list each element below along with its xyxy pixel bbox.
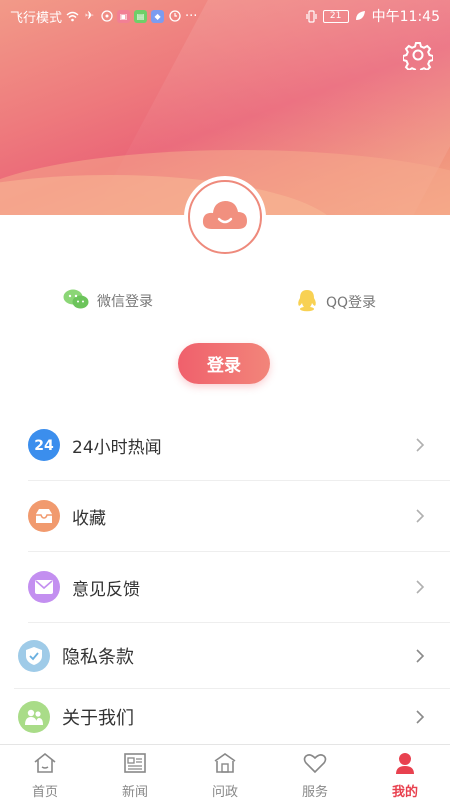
wechat-icon bbox=[63, 288, 89, 314]
qq-login-label: QQ登录 bbox=[326, 295, 377, 311]
svg-text:24: 24 bbox=[34, 438, 54, 454]
menu-item-label: 关于我们 bbox=[62, 707, 134, 729]
clock-app-icon bbox=[168, 10, 181, 22]
qq-icon bbox=[296, 288, 318, 316]
tab-home[interactable]: 首页 bbox=[0, 745, 90, 802]
menu-item-label: 收藏 bbox=[72, 508, 106, 529]
building-icon bbox=[212, 751, 238, 779]
chevron-right-icon bbox=[412, 579, 428, 595]
bottom-tab-bar: 首页 新闻 问政 服务 我的 bbox=[0, 744, 450, 802]
tab-label: 首页 bbox=[31, 785, 58, 800]
chevron-right-icon bbox=[412, 709, 428, 725]
tab-inquiry[interactable]: 问政 bbox=[180, 745, 270, 802]
gear-icon[interactable] bbox=[402, 40, 434, 74]
more-notifications-icon: ··· bbox=[185, 8, 198, 24]
login-button[interactable]: 登录 bbox=[178, 343, 270, 384]
tab-label: 问政 bbox=[211, 785, 238, 800]
cloud-smile-icon bbox=[200, 195, 250, 239]
qq-login-option[interactable]: QQ登录 bbox=[296, 288, 376, 316]
menu-item-about-us[interactable]: 关于我们 bbox=[14, 689, 450, 744]
news-icon bbox=[122, 751, 148, 779]
airplane-mode-label: 飞行模式 bbox=[10, 10, 63, 26]
menu-item-privacy[interactable]: 隐私条款 bbox=[14, 623, 450, 689]
browser-icon bbox=[100, 10, 113, 22]
menu-item-24h-news[interactable]: 24 24小时热闻 bbox=[28, 410, 450, 481]
menu-item-label: 24小时热闻 bbox=[72, 437, 162, 458]
heart-icon bbox=[302, 751, 328, 779]
24-hours-icon: 24 bbox=[28, 429, 60, 461]
tab-label: 新闻 bbox=[121, 785, 148, 800]
wechat-login-option[interactable]: 微信登录 bbox=[63, 288, 153, 314]
user-icon bbox=[392, 751, 418, 779]
chevron-right-icon bbox=[412, 437, 428, 453]
tab-services[interactable]: 服务 bbox=[270, 745, 360, 802]
status-bar: 飞行模式 ✈ ▣ ▤ ◆ ··· 21 中午11:45 bbox=[0, 0, 450, 32]
wifi-icon bbox=[66, 10, 79, 22]
app-notification-icon: ▣ bbox=[117, 9, 131, 23]
wechat-login-label: 微信登录 bbox=[97, 294, 153, 310]
airplane-icon: ✈ bbox=[84, 9, 95, 22]
clock-time: 中午11:45 bbox=[371, 9, 440, 25]
shield-check-icon bbox=[18, 639, 50, 672]
avatar[interactable] bbox=[188, 180, 262, 254]
tab-label: 服务 bbox=[301, 785, 328, 800]
mail-icon bbox=[28, 571, 60, 603]
vibrate-icon bbox=[305, 10, 318, 23]
battery-indicator: 21 bbox=[322, 9, 349, 23]
tab-mine[interactable]: 我的 bbox=[360, 745, 450, 802]
people-icon bbox=[18, 700, 50, 733]
chevron-right-icon bbox=[412, 648, 428, 664]
menu-item-feedback[interactable]: 意见反馈 bbox=[28, 552, 450, 623]
home-icon bbox=[32, 751, 58, 779]
leaf-icon bbox=[354, 10, 367, 22]
inbox-icon bbox=[28, 500, 60, 532]
menu-item-favorites[interactable]: 收藏 bbox=[28, 481, 450, 552]
wechat-notification-icon: ▤ bbox=[134, 9, 148, 23]
tab-news[interactable]: 新闻 bbox=[90, 745, 180, 802]
app-store-icon: ◆ bbox=[151, 9, 165, 23]
tab-label: 我的 bbox=[391, 785, 418, 800]
chevron-right-icon bbox=[412, 508, 428, 524]
menu-item-label: 意见反馈 bbox=[72, 579, 140, 600]
menu-item-label: 隐私条款 bbox=[62, 646, 134, 668]
